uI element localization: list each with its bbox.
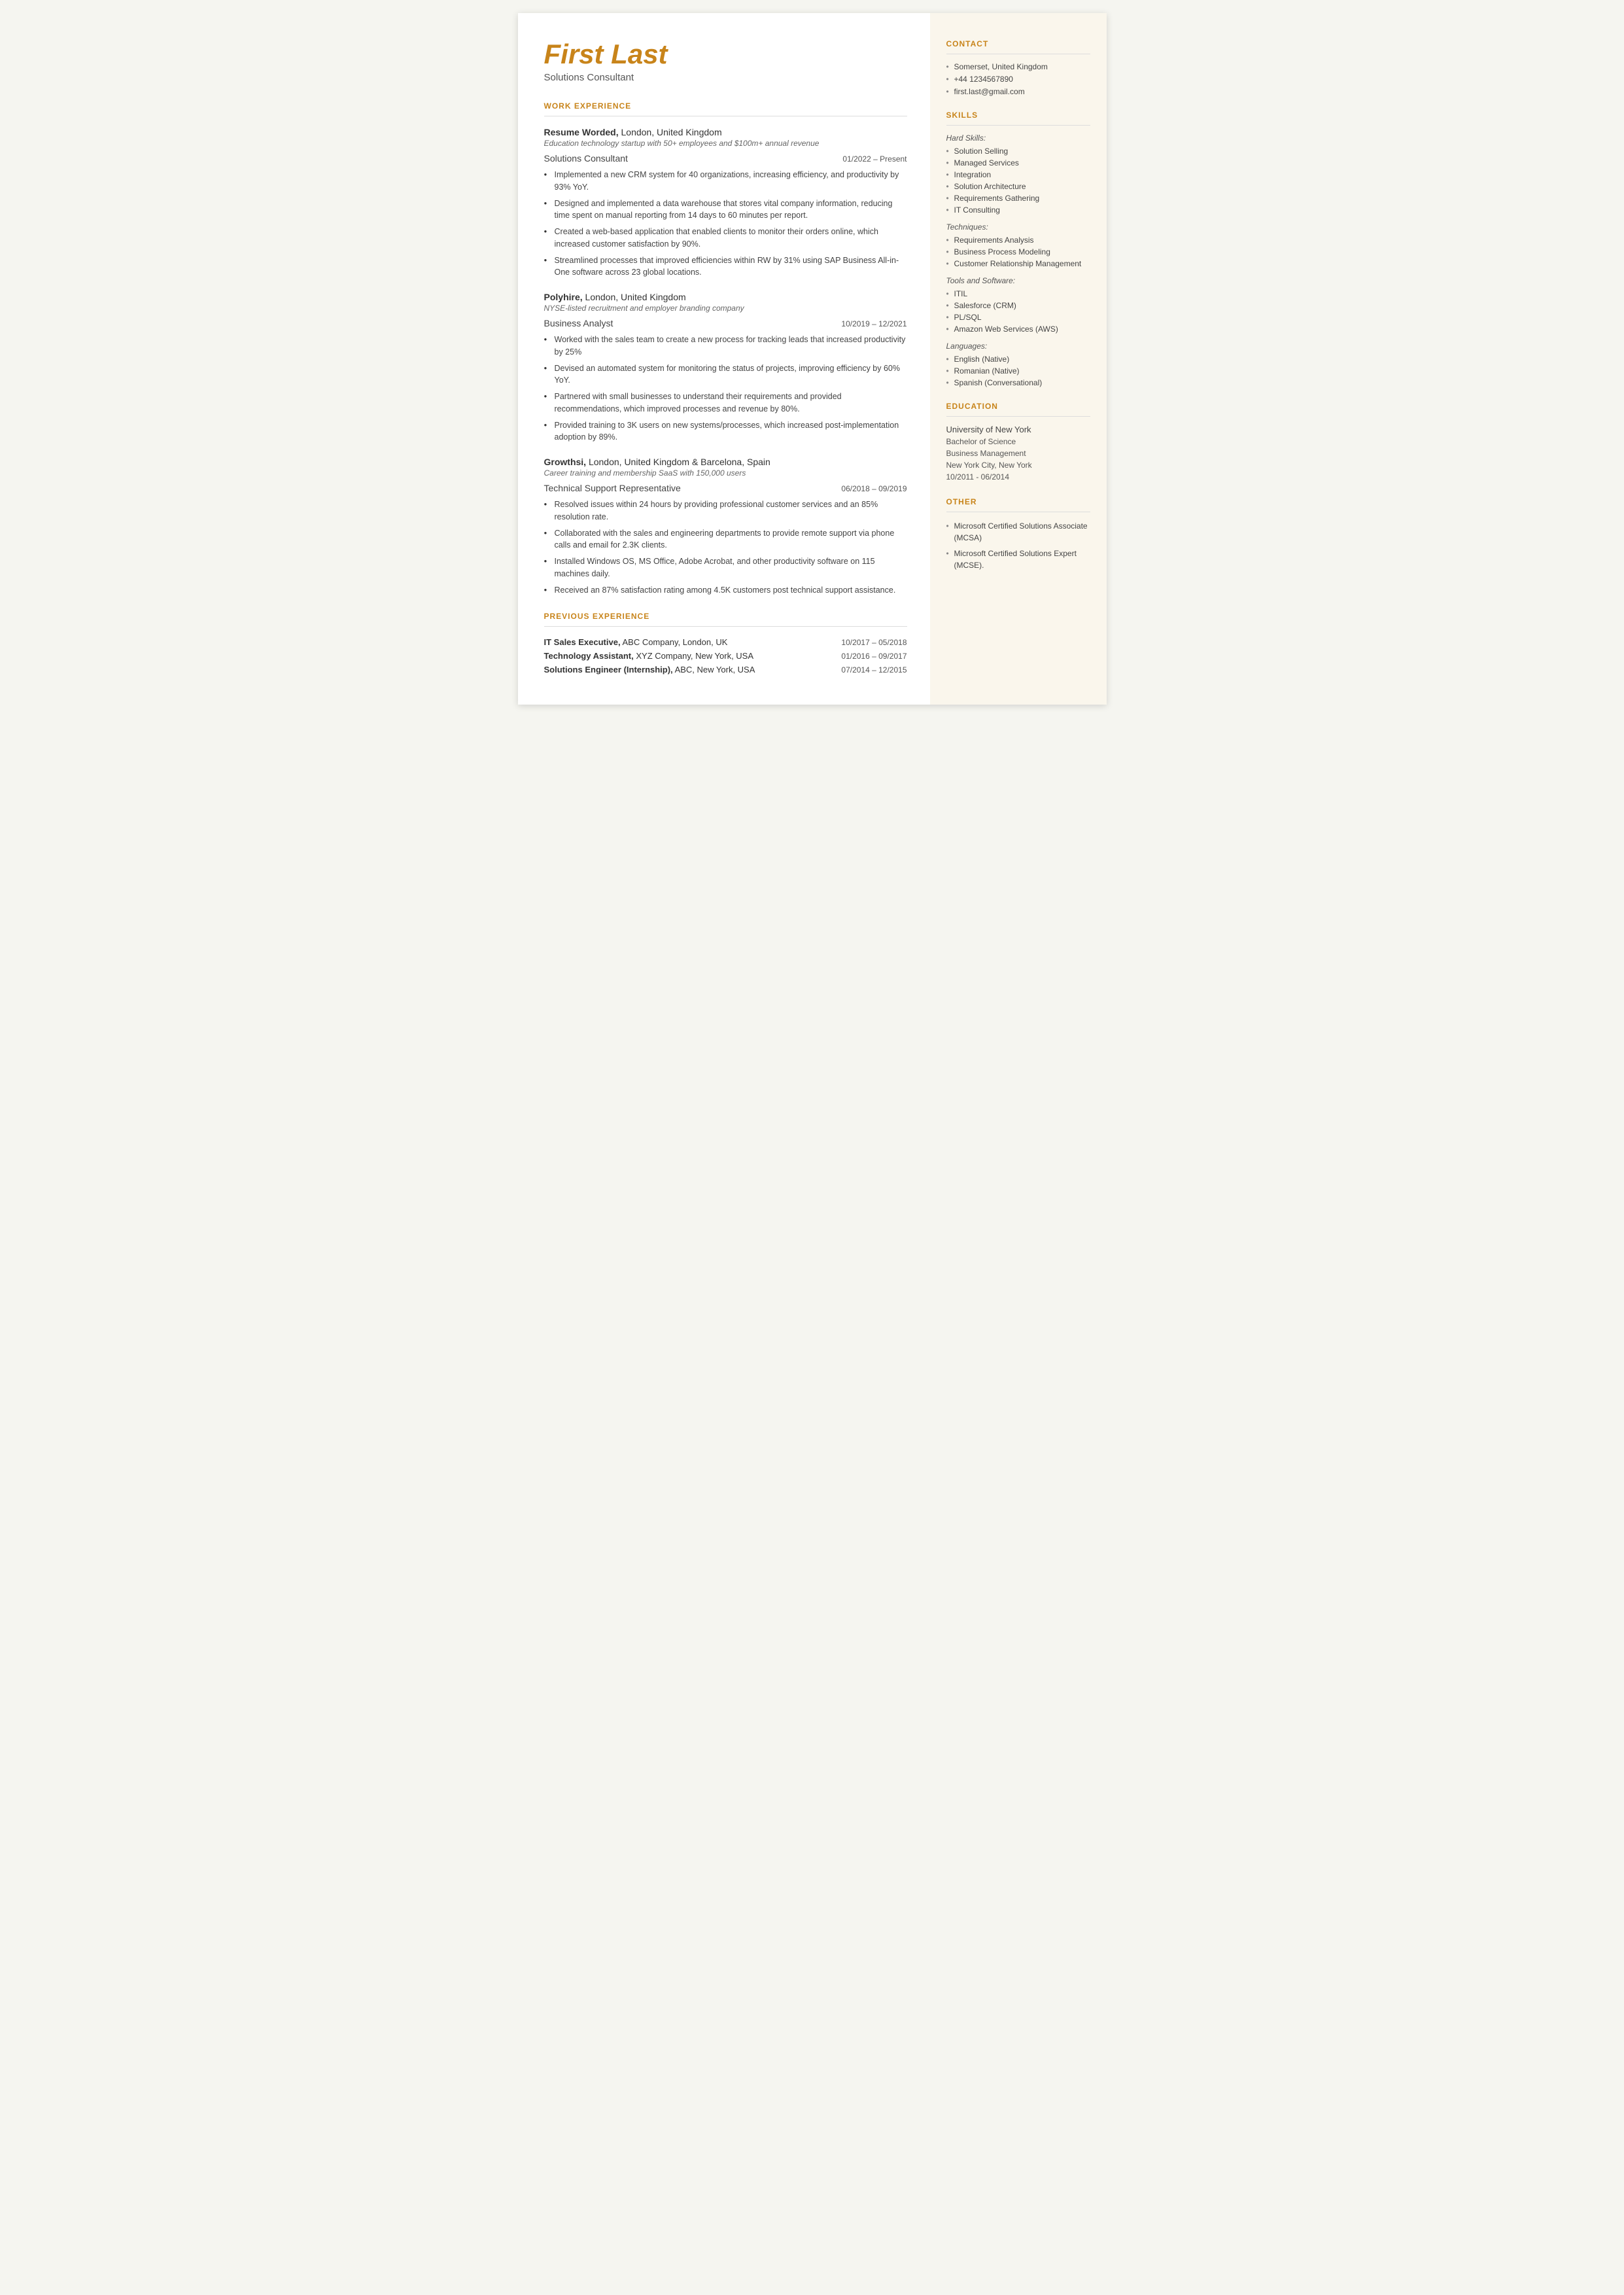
skill-item: IT Consulting xyxy=(946,205,1090,215)
education-divider xyxy=(946,416,1090,417)
tools-label: Tools and Software: xyxy=(946,276,1090,285)
company-desc-resume-worded: Education technology startup with 50+ em… xyxy=(544,139,907,148)
prev-exp-dates-0: 10/2017 – 05/2018 xyxy=(841,638,907,647)
skill-item: Amazon Web Services (AWS) xyxy=(946,324,1090,334)
bullets-tech-support: Resolved issues within 24 hours by provi… xyxy=(544,499,907,596)
prev-exp-row-2: Solutions Engineer (Internship), ABC, Ne… xyxy=(544,665,907,674)
skills-divider xyxy=(946,125,1090,126)
work-entry-resume-worded: Resume Worded, London, United Kingdom Ed… xyxy=(544,127,907,279)
bullet-item: Resolved issues within 24 hours by provi… xyxy=(544,499,907,523)
bullet-item: Received an 87% satisfaction rating amon… xyxy=(544,584,907,597)
bullet-item: Designed and implemented a data warehous… xyxy=(544,198,907,222)
bullet-item: Created a web-based application that ena… xyxy=(544,226,907,251)
bullet-item: Installed Windows OS, MS Office, Adobe A… xyxy=(544,555,907,580)
previous-experience-divider xyxy=(544,626,907,627)
bullets-solutions-consultant: Implemented a new CRM system for 40 orga… xyxy=(544,169,907,279)
skill-item: Requirements Analysis xyxy=(946,236,1090,245)
skill-item: Solution Selling xyxy=(946,147,1090,156)
edu-dates: 10/2011 - 06/2014 xyxy=(946,471,1090,483)
edu-school-name: University of New York xyxy=(946,425,1090,434)
skill-item: Integration xyxy=(946,170,1090,179)
left-column: First Last Solutions Consultant WORK EXP… xyxy=(518,13,930,705)
prev-exp-row-0: IT Sales Executive, ABC Company, London,… xyxy=(544,637,907,647)
position-row-solutions-consultant: Solutions Consultant 01/2022 – Present xyxy=(544,153,907,164)
position-row-tech-support: Technical Support Representative 06/2018… xyxy=(544,483,907,493)
prev-exp-row-1: Technology Assistant, XYZ Company, New Y… xyxy=(544,651,907,661)
bullet-item: Provided training to 3K users on new sys… xyxy=(544,419,907,444)
hard-skills-label: Hard Skills: xyxy=(946,133,1090,143)
position-dates-solutions-consultant: 01/2022 – Present xyxy=(842,154,907,164)
full-name: First Last xyxy=(544,39,907,69)
position-dates-tech-support: 06/2018 – 09/2019 xyxy=(841,484,907,493)
prev-exp-dates-2: 07/2014 – 12/2015 xyxy=(841,665,907,674)
contact-email: first.last@gmail.com xyxy=(946,87,1090,96)
work-entry-polyhire: Polyhire, London, United Kingdom NYSE-li… xyxy=(544,292,907,444)
bullet-item: Implemented a new CRM system for 40 orga… xyxy=(544,169,907,194)
bullet-item: Devised an automated system for monitori… xyxy=(544,362,907,387)
right-column: CONTACT Somerset, United Kingdom +44 123… xyxy=(930,13,1107,705)
edu-entry-0: University of New York Bachelor of Scien… xyxy=(946,425,1090,483)
company-desc-polyhire: NYSE-listed recruitment and employer bra… xyxy=(544,304,907,313)
prev-exp-title-1: Technology Assistant, XYZ Company, New Y… xyxy=(544,651,754,661)
skill-item: Business Process Modeling xyxy=(946,247,1090,256)
skill-item: PL/SQL xyxy=(946,313,1090,322)
job-title: Solutions Consultant xyxy=(544,72,907,83)
position-dates-business-analyst: 10/2019 – 12/2021 xyxy=(841,319,907,328)
skill-item: Romanian (Native) xyxy=(946,366,1090,376)
bullet-item: Collaborated with the sales and engineer… xyxy=(544,527,907,552)
edu-location: New York City, New York xyxy=(946,459,1090,471)
position-title-tech-support: Technical Support Representative xyxy=(544,483,681,493)
position-title-business-analyst: Business Analyst xyxy=(544,318,613,328)
position-row-business-analyst: Business Analyst 10/2019 – 12/2021 xyxy=(544,318,907,328)
skill-item: Solution Architecture xyxy=(946,182,1090,191)
other-item-0: Microsoft Certified Solutions Associate … xyxy=(946,520,1090,544)
contact-phone: +44 1234567890 xyxy=(946,75,1090,84)
skill-item: English (Native) xyxy=(946,355,1090,364)
prev-exp-title-0: IT Sales Executive, ABC Company, London,… xyxy=(544,637,728,647)
company-name-resume-worded: Resume Worded, London, United Kingdom xyxy=(544,127,907,137)
prev-exp-dates-1: 01/2016 – 09/2017 xyxy=(841,652,907,661)
skill-item: ITIL xyxy=(946,289,1090,298)
previous-experience-heading: PREVIOUS EXPERIENCE xyxy=(544,612,907,621)
edu-field: Business Management xyxy=(946,447,1090,459)
company-desc-growthsi: Career training and membership SaaS with… xyxy=(544,468,907,478)
skill-item: Managed Services xyxy=(946,158,1090,167)
languages-label: Languages: xyxy=(946,342,1090,351)
skill-item: Salesforce (CRM) xyxy=(946,301,1090,310)
work-entry-growthsi: Growthsi, London, United Kingdom & Barce… xyxy=(544,457,907,596)
contact-address: Somerset, United Kingdom xyxy=(946,62,1090,71)
company-name-polyhire: Polyhire, London, United Kingdom xyxy=(544,292,907,302)
bullets-business-analyst: Worked with the sales team to create a n… xyxy=(544,334,907,444)
resume-container: First Last Solutions Consultant WORK EXP… xyxy=(518,13,1107,705)
bullet-item: Partnered with small businesses to under… xyxy=(544,391,907,415)
position-title-solutions-consultant: Solutions Consultant xyxy=(544,153,628,164)
other-heading: OTHER xyxy=(946,497,1090,506)
skill-item: Spanish (Conversational) xyxy=(946,378,1090,387)
contact-heading: CONTACT xyxy=(946,39,1090,48)
bullet-item: Worked with the sales team to create a n… xyxy=(544,334,907,359)
skills-heading: SKILLS xyxy=(946,111,1090,120)
prev-exp-title-2: Solutions Engineer (Internship), ABC, Ne… xyxy=(544,665,755,674)
name-section: First Last Solutions Consultant xyxy=(544,39,907,83)
techniques-label: Techniques: xyxy=(946,222,1090,232)
skill-item: Customer Relationship Management xyxy=(946,259,1090,268)
edu-degree: Bachelor of Science xyxy=(946,436,1090,447)
bullet-item: Streamlined processes that improved effi… xyxy=(544,254,907,279)
work-experience-heading: WORK EXPERIENCE xyxy=(544,101,907,111)
education-heading: EDUCATION xyxy=(946,402,1090,411)
other-item-1: Microsoft Certified Solutions Expert (MC… xyxy=(946,548,1090,571)
company-name-growthsi: Growthsi, London, United Kingdom & Barce… xyxy=(544,457,907,467)
skill-item: Requirements Gathering xyxy=(946,194,1090,203)
